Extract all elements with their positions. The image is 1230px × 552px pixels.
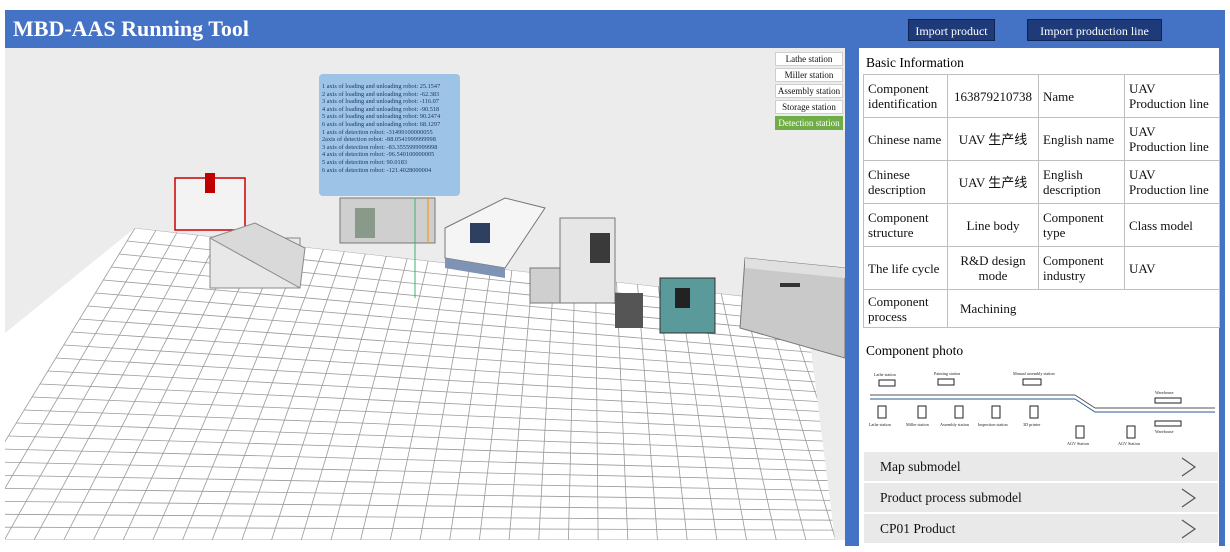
info-value: UAV Production line — [1124, 160, 1220, 204]
chevron-right-icon — [1181, 457, 1197, 477]
basic-info-title: Basic Information — [866, 55, 964, 70]
info-row: Component structure Line body Component ty… — [863, 203, 1220, 247]
photo-label: Assembly station — [940, 422, 970, 427]
info-key: Component identification — [863, 74, 948, 118]
robot-axis-value: 2axis of detection robot: -88.0541999999… — [322, 136, 436, 144]
panel-divider — [845, 48, 859, 546]
info-value: UAV Production line — [1124, 74, 1220, 118]
photo-label: AGV Station — [1067, 441, 1090, 446]
station-button[interactable]: Storage station — [775, 100, 843, 114]
station-button[interactable]: Detection station — [775, 116, 843, 130]
robot-axis-value: 5 axis of detection robot: 90.0183 — [322, 158, 407, 166]
info-value: Class model — [1124, 203, 1220, 247]
submodel-item[interactable]: CP01 Product — [864, 514, 1218, 544]
submodel-label: CP01 Product — [880, 521, 956, 536]
info-value: R&D design mode — [947, 246, 1039, 290]
chevron-right-icon — [1181, 488, 1197, 508]
robot-axis-value: 2 axis of loading and unloading robot: -… — [322, 90, 440, 98]
robot-axis-readout: 1 axis of loading and unloading robot: 2… — [319, 74, 460, 196]
submodel-label: Product process submodel — [880, 490, 1022, 505]
import-product-button[interactable]: Import product — [908, 19, 995, 41]
robot-axis-value: 3 axis of detection robot: -83.355599999… — [322, 143, 438, 151]
info-key: Chinese description — [863, 160, 948, 204]
component-photo-title: Component photo — [866, 343, 964, 358]
info-value: UAV 生产线 — [947, 160, 1039, 204]
robot-axis-value: 5 axis of loading and unloading robot: 9… — [322, 113, 441, 121]
robot-axis-value: 3 axis of loading and unloading robot: -… — [322, 98, 439, 106]
photo-label: AGV Station — [1118, 441, 1141, 446]
info-value: UAV — [1124, 246, 1220, 290]
photo-label: Warehouse — [1155, 390, 1174, 395]
submodel-item[interactable]: Map submodel — [864, 452, 1218, 482]
info-value: UAV 生产线 — [947, 117, 1039, 161]
robot-axis-value: 4 axis of loading and unloading robot: -… — [322, 105, 440, 113]
info-key: The life cycle — [863, 246, 948, 290]
station-legend: Lathe station Miller station Assembly stat… — [775, 52, 843, 132]
robot-axis-value: 1 axis of loading and unloading robot: 2… — [322, 83, 441, 90]
info-key: Chinese name — [863, 117, 948, 161]
assembly-station — [444, 197, 546, 278]
app-title: MBD-AAS Running Tool — [13, 16, 249, 41]
info-key: English description — [1038, 160, 1125, 204]
photo-label: Painting station — [934, 371, 961, 376]
station-button[interactable]: Assembly station — [775, 84, 843, 98]
component-photo: Lathe station Painting station Manual as… — [869, 371, 1215, 446]
info-value: Line body — [947, 203, 1039, 247]
info-key: Name — [1038, 74, 1125, 118]
info-value: 163879210738 — [947, 74, 1039, 118]
robot-axis-value: 1 axis of detection robot: -314991000000… — [322, 128, 433, 136]
3d-viewport[interactable]: 1 axis of loading and unloading robot: 2… — [5, 48, 845, 540]
info-row: Chinese name UAV 生产线 English name UAV Produ… — [863, 117, 1220, 161]
info-row: Component process Machining — [863, 289, 1220, 328]
info-key: Component process — [863, 289, 948, 328]
component-info-panel: Basic Information Component identificati… — [860, 48, 1220, 546]
submodel-item[interactable]: Product process submodel — [864, 483, 1218, 513]
info-key: English name — [1038, 117, 1125, 161]
info-value: UAV Production line — [1124, 117, 1220, 161]
photo-label: Miller station — [906, 422, 930, 427]
info-key: Component industry — [1038, 246, 1125, 290]
component-info-table: Component identification 163879210738 Name… — [863, 74, 1220, 328]
chevron-right-icon — [1181, 519, 1197, 539]
info-key: Component structure — [863, 203, 948, 247]
robot-axis-value: 4 axis of detection robot: -96.540100000… — [322, 151, 435, 159]
photo-label: Lathe station — [874, 372, 897, 377]
title-bar: MBD-AAS Running Tool Import product Impo… — [5, 10, 1225, 48]
photo-label: Manual assembly station — [1013, 371, 1056, 376]
photo-label: Inspection station — [978, 422, 1009, 427]
robot-axis-value: 6 axis of detection robot: -121.40280000… — [322, 166, 432, 174]
info-row: Chinese description UAV 生产线 English descri… — [863, 160, 1220, 204]
import-production-line-button[interactable]: Import production line — [1027, 19, 1162, 41]
info-row: The life cycle R&D design mode Component i… — [863, 246, 1220, 290]
info-key: Component type — [1038, 203, 1125, 247]
photo-label: Lathe station — [869, 422, 892, 427]
station-button[interactable]: Miller station — [775, 68, 843, 82]
robot-axis-value: 6 axis of loading and unloading robot: 6… — [322, 120, 441, 128]
station-button[interactable]: Lathe station — [775, 52, 843, 66]
info-row: Component identification 163879210738 Name… — [863, 74, 1220, 118]
photo-label: Warehouse — [1155, 429, 1174, 434]
photo-label: 3D printer — [1023, 422, 1041, 427]
submodel-label: Map submodel — [880, 459, 961, 474]
info-value: Machining — [947, 289, 1220, 328]
